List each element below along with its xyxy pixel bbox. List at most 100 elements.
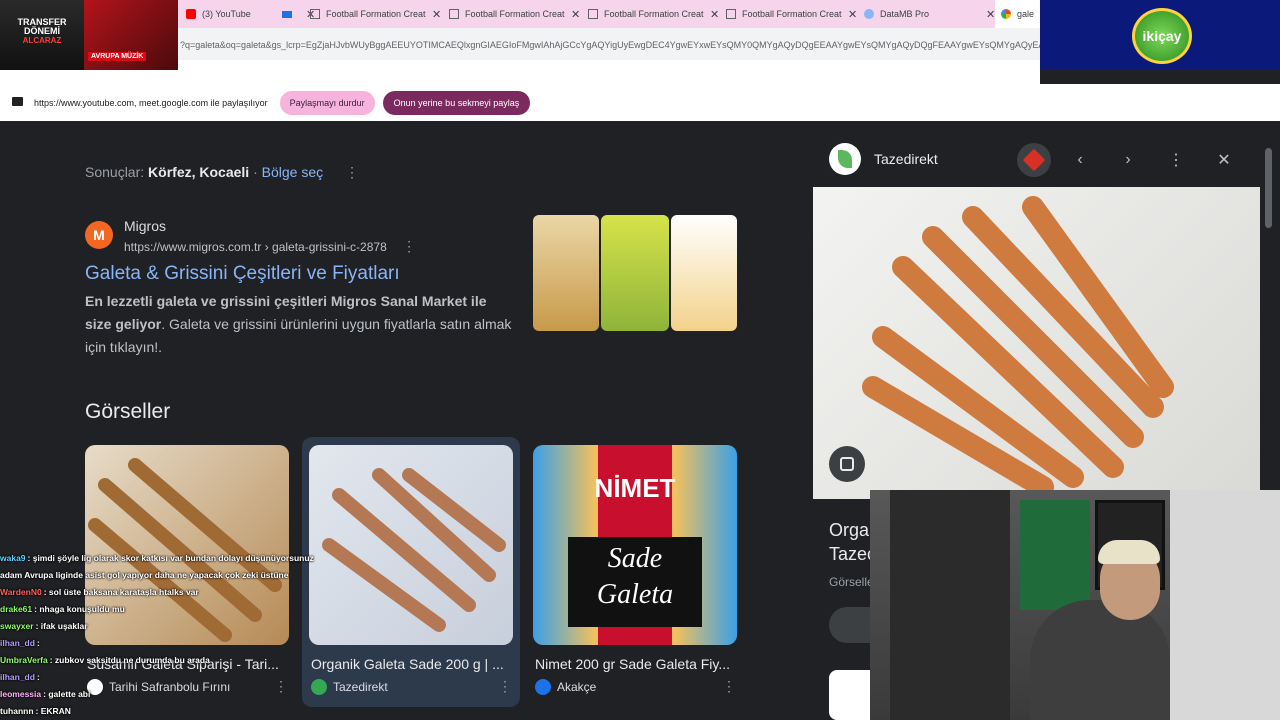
more-vert-icon[interactable]: ⋮ [498,678,512,695]
chat-message: leomessia: galette abi [0,686,345,703]
results-prefix: Sonuçlar: [85,164,145,180]
close-icon[interactable]: ✕ [848,8,857,21]
close-icon[interactable]: ✕ [986,8,995,21]
chat-user: ilhan_dd [0,638,35,648]
result-site-name: Migros [124,218,167,234]
lens-search-icon[interactable] [829,446,865,482]
result-snippet: En lezzetli galeta ve grissini çeşitleri… [85,290,515,359]
chat-message: tuhannn: EKRAN [0,703,345,720]
thumbnail-title: TRANSFER DÖNEMİ [17,17,67,36]
window [1170,490,1280,720]
migros-logo: M [85,221,113,249]
tab-label: DataMB Pro [880,9,930,19]
tab-label: Football Formation Creat [742,9,842,19]
chat-user: ilhan_dd [0,672,35,682]
sponsor-logo: ikiçay [1132,8,1192,64]
chevron-left-icon[interactable]: ‹ [1067,147,1093,173]
galeta-sticks-image [862,196,1174,498]
chat-message: ilhan_dd: [0,669,345,686]
pdf-icon[interactable] [1017,143,1051,177]
streamer-shirt [1030,600,1170,720]
close-icon[interactable]: ✕ [710,8,719,21]
leaf-icon [838,150,852,168]
chat-user: WardenN0 [0,587,42,597]
audio-sharing-icon [282,10,292,18]
thumbnail-tag: AVRUPA MÜZİK [88,52,147,61]
close-icon[interactable]: ✕ [432,8,441,21]
chat-text: : nhaga konuşuldu mu [34,604,125,614]
more-vert-icon[interactable]: ⋮ [345,164,359,180]
results-location-line: Sonuçlar: Körfez, Kocaeli · Bölge seç ⋮ [85,164,359,181]
tab-formation-2[interactable]: Football Formation Creat ✕ [443,0,586,28]
chat-message: WardenN0: sol üste baksana karataşla hta… [0,584,345,601]
chat-message: adam Avrupa liginde asist gol yapıyor da… [0,567,345,584]
tab-label: Football Formation Creat [604,9,704,19]
chevron-right-icon[interactable]: › [1115,147,1141,173]
stream-thumbnail-avrupa: AVRUPA MÜZİK [84,0,178,70]
wall-jersey [1020,500,1090,610]
tab-label: (3) YouTube [202,9,251,19]
screen-share-icon [12,97,23,106]
tab-formation-3[interactable]: Football Formation Creat ✕ [582,0,725,28]
sponsor-banner: ikiçay [1040,0,1280,70]
chat-user: tuhannn [0,706,34,716]
google-icon [1001,9,1011,19]
share-status-text: https://www.youtube.com, meet.google.com… [34,97,268,108]
share-this-tab-button[interactable]: Onun yerine bu sekmeyi paylaş [382,90,531,115]
chat-text: : sol üste baksana karataşla htalks var [43,587,199,597]
close-icon[interactable]: ✕ [571,8,580,21]
tab-datamb[interactable]: DataMB Pro ✕ [858,0,1001,28]
tab-youtube[interactable]: (3) YouTube ✕ [180,0,321,28]
address-bar[interactable]: ?q=galeta&oq=galeta&gs_lcrp=EgZjaHJvbWUy… [178,28,1040,60]
shelf [890,490,1010,720]
stop-sharing-button[interactable]: Paylaşmayı durdur [279,90,375,115]
chat-message: ilhan_dd: [0,635,345,652]
panel-source-name[interactable]: Tazedirekt [874,151,938,167]
tab-formation-1[interactable]: Football Formation Creat ✕ [304,0,447,28]
panel-preview-image[interactable] [813,187,1260,499]
product-image-grissini[interactable] [533,215,599,331]
image-card-nimet[interactable]: NİMET Sade Galeta [533,445,737,645]
chat-text: adam Avrupa liginde asist gol yapıyor da… [0,570,289,580]
more-vert-icon[interactable]: ⋮ [722,678,736,695]
chat-text: : şimdi şöyle lig olarak skor katkısı va… [27,553,314,563]
panel-title[interactable]: Orga Tazec [829,518,876,566]
chat-message: swayxer: ifak uşaklar [0,618,345,635]
close-icon[interactable]: ✕ [1211,147,1237,173]
nimet-product-text-2: Galeta [596,579,674,610]
chat-text: : [36,638,40,648]
image-caption[interactable]: Nimet 200 gr Sade Galeta Fiy... [535,656,735,672]
chat-text: : galette abi [43,689,91,699]
verified-icon [535,679,551,695]
scrollbar-thumb[interactable] [1265,148,1272,228]
tab-formation-4[interactable]: Football Formation Creat ✕ [720,0,863,28]
datamb-icon [864,9,874,19]
separator: · [253,164,258,180]
chat-message: waka9: şimdi şöyle lig olarak skor katkı… [0,550,345,567]
product-image-kuru-simit[interactable] [601,215,669,331]
more-vert-icon[interactable]: ⋮ [402,238,416,254]
more-vert-icon[interactable]: ⋮ [1163,147,1189,173]
tab-galeta[interactable]: galeta [995,0,1040,28]
nimet-product-text-1: Sade [607,543,663,574]
tazedirekt-logo [829,143,861,175]
thumbnail-name: ALCARAZ [22,36,62,45]
choose-region-link[interactable]: Bölge seç [262,164,323,180]
source-name: Akakçe [557,680,597,694]
image-source[interactable]: Akakçe [535,679,596,695]
chat-text: : ifak uşaklar [35,621,88,631]
youtube-icon [186,9,196,19]
chat-user: swayxer [0,621,34,631]
streamer-hair [1098,540,1160,564]
nimet-brand-text: NİMET [594,473,676,503]
tab-label: Football Formation Creat [326,9,426,19]
tab-label: Football Formation Creat [465,9,565,19]
chat-text: : EKRAN [35,706,71,716]
chat-user: UmbraVerfa [0,655,48,665]
product-image-carlucci[interactable] [671,215,737,331]
result-title-link[interactable]: Galeta & Grissini Çeşitleri ve Fiyatları [85,263,400,285]
page-icon [726,9,736,19]
results-location: Körfez, Kocaeli [148,164,250,180]
stream-chat: waka9: şimdi şöyle lig olarak skor katkı… [0,550,345,720]
images-heading: Görseller [85,400,171,423]
